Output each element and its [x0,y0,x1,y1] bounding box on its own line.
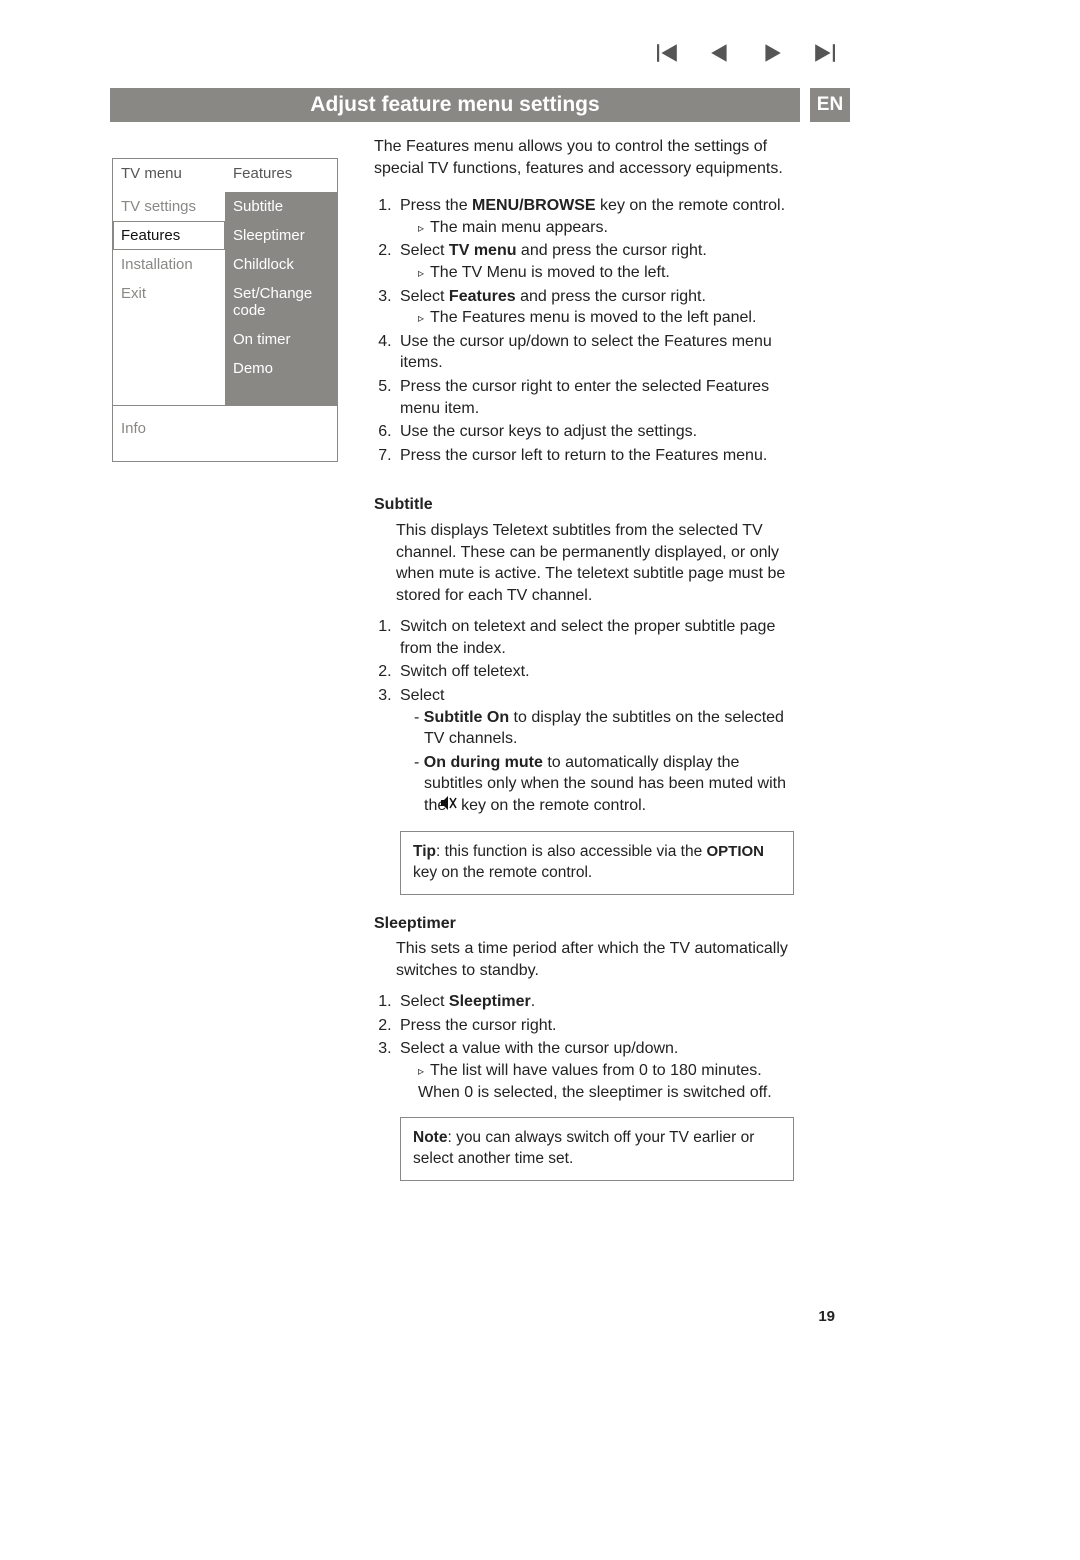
list-item: Press the cursor right to enter the sele… [396,376,794,419]
tvmenu-right-item: On timer [225,325,337,354]
list-item: Select TV menu and press the cursor righ… [396,240,794,283]
content-column: The Features menu allows you to control … [374,136,794,1183]
tvmenu-left-header: TV menu [113,159,225,192]
tvmenu-right-item: Sleeptimer [225,221,337,250]
list-item: Select a value with the cursor up/down. … [396,1038,794,1181]
result-text: The list will have values from 0 to 180 … [400,1060,794,1103]
tv-menu-diagram: TV menu Features TV settings Subtitle Fe… [112,158,338,462]
note-box: Note: you can always switch off your TV … [400,1117,794,1181]
tip-box: Tip: this function is also accessible vi… [400,831,794,895]
next-icon[interactable] [761,44,783,67]
list-item: Switch off teletext. [396,661,794,683]
list-item: Press the MENU/BROWSE key on the remote … [396,195,794,238]
sleeptimer-steps: Select Sleeptimer. Press the cursor righ… [374,991,794,1181]
result-text: The main menu appears. [400,217,794,239]
tvmenu-right-item: Childlock [225,250,337,279]
skip-next-icon[interactable] [813,44,835,67]
page-title: Adjust feature menu settings [310,93,599,117]
skip-prev-icon[interactable] [657,44,679,67]
tvmenu-right-item: Demo [225,354,337,383]
subtitle-steps: Switch on teletext and select the proper… [374,616,794,894]
tvmenu-right-header: Features [225,159,337,192]
list-item: Press the cursor right. [396,1015,794,1037]
nav-icons-bar [657,44,835,67]
tvmenu-left-item: Exit [113,279,225,325]
tvmenu-right-item: Subtitle [225,192,337,221]
prev-icon[interactable] [709,44,731,67]
list-item: Switch on teletext and select the proper… [396,616,794,659]
intro-text: The Features menu allows you to control … [374,136,794,179]
list-item: Press the cursor left to return to the F… [396,445,794,467]
main-steps: Press the MENU/BROWSE key on the remote … [374,195,794,466]
tvmenu-left-item: TV settings [113,192,225,221]
page-number: 19 [818,1308,835,1325]
result-text: The TV Menu is moved to the left. [400,262,794,284]
sleeptimer-desc: This sets a time period after which the … [374,938,794,981]
subtitle-heading: Subtitle [374,494,794,516]
tvmenu-info-row: Info [113,405,337,461]
list-item: Use the cursor up/down to select the Fea… [396,331,794,374]
list-item: Select - Subtitle On to display the subt… [396,685,794,894]
tvmenu-left-item-selected: Features [113,221,225,250]
subtitle-desc: This displays Teletext subtitles from th… [374,520,794,606]
list-item: Select Features and press the cursor rig… [396,286,794,329]
list-item: Use the cursor keys to adjust the settin… [396,421,794,443]
language-badge: EN [810,88,850,122]
sleeptimer-heading: Sleeptimer [374,913,794,935]
tvmenu-left-item: Installation [113,250,225,279]
list-item: Select Sleeptimer. [396,991,794,1013]
page-title-bar: Adjust feature menu settings [110,88,800,122]
tvmenu-right-item: Set/Change code [225,279,337,325]
result-text: The Features menu is moved to the left p… [400,307,794,329]
